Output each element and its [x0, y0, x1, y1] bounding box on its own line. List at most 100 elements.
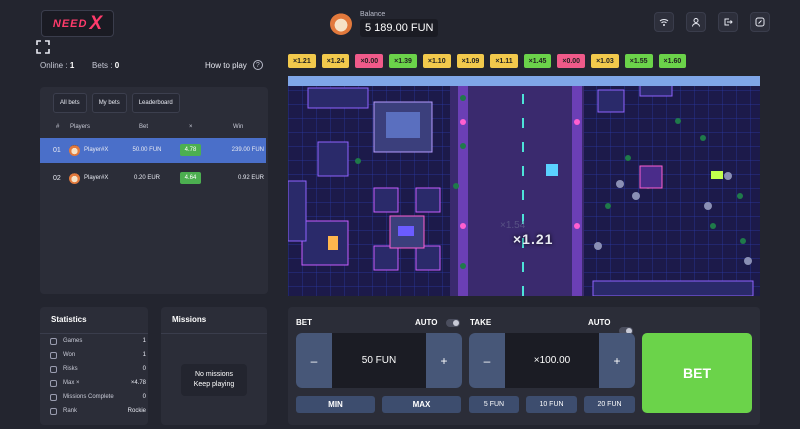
- player-name: Player#X: [84, 175, 109, 181]
- stat-value: 0: [142, 366, 146, 372]
- bets-tabs: All bets My bets Leaderboard: [53, 93, 180, 113]
- online-label: Online :: [40, 61, 68, 70]
- stat-value: 1: [142, 352, 146, 358]
- stat-value: 0: [142, 394, 146, 400]
- user-icon[interactable]: [686, 12, 706, 32]
- max-multiplier-icon: [50, 380, 57, 387]
- multiplier-chip: ×1.11: [490, 54, 518, 68]
- missions-empty-line2: Keep playing: [193, 381, 235, 388]
- bet-stepper: – 50 FUN +: [296, 333, 462, 388]
- divider: [161, 333, 267, 334]
- balance-value: 5 189.00 FUN: [360, 19, 439, 37]
- wifi-icon[interactable]: [654, 12, 674, 32]
- max-button[interactable]: MAX: [382, 396, 461, 413]
- ghost-multiplier: ×1.54: [500, 220, 526, 231]
- risk-icon: [50, 366, 57, 373]
- multiplier-history: ×1.21 ×1.24 ×0.00 ×1.39 ×1.10 ×1.09 ×1.11 ×1.45…: [288, 54, 687, 68]
- stat-row: Risks 0: [50, 365, 146, 375]
- rank-icon: [50, 408, 57, 415]
- quick-take-20[interactable]: 20 FUN: [584, 396, 635, 413]
- player-multiplier: 4.64: [180, 172, 201, 184]
- tab-leaderboard[interactable]: Leaderboard: [131, 93, 180, 113]
- how-to-play-label: How to play: [205, 60, 247, 70]
- col-win: Win: [233, 124, 244, 130]
- multiplier-chip: ×1.09: [456, 54, 485, 68]
- player-bet: 0.20 EUR: [133, 175, 160, 181]
- online-status: Online : 1 Bets : 0: [40, 61, 119, 70]
- bet-auto-toggle[interactable]: [446, 319, 460, 327]
- multiplier-chip: ×1.03: [591, 54, 619, 68]
- tab-all-bets[interactable]: All bets: [53, 93, 87, 113]
- player-win: 0.92 EUR: [237, 175, 264, 181]
- take-auto-label: AUTO: [588, 318, 611, 327]
- bets-label: Bets :: [92, 61, 113, 70]
- logo: NEED X: [41, 10, 114, 37]
- statistics-title: Statistics: [51, 315, 87, 324]
- multiplier-chip: ×1.39: [389, 54, 417, 68]
- take-label: TAKE: [470, 318, 492, 327]
- balance-area: Balance 5 189.00 FUN: [330, 11, 439, 37]
- min-button[interactable]: MIN: [296, 396, 375, 413]
- online-count: 1: [69, 61, 75, 70]
- stat-label: Missions Complete: [63, 394, 114, 400]
- multiplier-chip: ×1.45: [523, 54, 552, 68]
- bet-button[interactable]: BET: [642, 333, 752, 413]
- multiplier-chip: ×0.00: [557, 54, 586, 68]
- bet-auto-label: AUTO: [415, 318, 438, 327]
- stat-value: ×4.78: [130, 380, 146, 386]
- bet-label: BET: [296, 318, 312, 327]
- stat-row: Rank Rockie: [50, 407, 146, 417]
- col-mult: ×: [189, 124, 193, 130]
- trophy-icon: [50, 352, 57, 359]
- table-row[interactable]: 02 Player#X 0.20 EUR 4.64 0.92 EUR: [40, 166, 266, 191]
- stat-label: Max ×: [63, 380, 80, 386]
- multiplier-chip: ×1.24: [321, 54, 350, 68]
- stat-label: Games: [63, 338, 83, 344]
- player-bet: 50.00 FUN: [132, 147, 162, 153]
- take-plus-button[interactable]: +: [599, 333, 635, 388]
- player-win: 239.00 FUN: [231, 147, 264, 153]
- avatar: [69, 173, 80, 184]
- multiplier-chip: ×1.21: [288, 54, 316, 68]
- current-multiplier: ×1.21: [513, 231, 554, 247]
- row-num: 01: [53, 147, 61, 154]
- divider: [40, 333, 148, 334]
- fullscreen-icon[interactable]: [36, 40, 50, 54]
- how-to-play-link[interactable]: How to play ?: [205, 60, 263, 70]
- stat-value: 1: [142, 338, 146, 344]
- row-num: 02: [53, 175, 61, 182]
- player-name: Player#X: [84, 147, 109, 153]
- multiplier-chip: ×1.55: [624, 54, 653, 68]
- missions-empty-line1: No missions: [194, 371, 234, 378]
- tab-my-bets[interactable]: My bets: [91, 93, 127, 113]
- take-stepper: – ×100.00 +: [469, 333, 635, 388]
- col-players: Players: [70, 124, 91, 130]
- col-num: #: [56, 124, 60, 130]
- multiplier-chip: ×0.00: [355, 54, 384, 68]
- player-multiplier: 4.78: [180, 144, 201, 156]
- logo-x: X: [89, 12, 103, 34]
- logout-icon[interactable]: [718, 12, 738, 32]
- take-minus-button[interactable]: –: [469, 333, 505, 388]
- stat-label: Risks: [63, 366, 78, 372]
- bet-minus-button[interactable]: –: [296, 333, 332, 388]
- multiplier-chip: ×1.10: [422, 54, 451, 68]
- multiplier-chip: ×1.60: [658, 54, 687, 68]
- gamepad-icon: [50, 338, 57, 345]
- help-icon: ?: [252, 60, 263, 70]
- col-bet: Bet: [139, 124, 149, 130]
- quick-take-5[interactable]: 5 FUN: [469, 396, 519, 413]
- bet-plus-button[interactable]: +: [426, 333, 462, 388]
- bet-value[interactable]: 50 FUN: [332, 333, 426, 388]
- bets-count: 0: [114, 61, 120, 70]
- take-value[interactable]: ×100.00: [505, 333, 599, 388]
- missions-title: Missions: [172, 315, 207, 324]
- stat-row: Max × ×4.78: [50, 379, 146, 389]
- quick-take-10[interactable]: 10 FUN: [526, 396, 577, 413]
- avatar[interactable]: [330, 13, 352, 35]
- table-row[interactable]: 01 Player#X 50.00 FUN 4.78 239.00 FUN: [40, 138, 266, 163]
- missions-icon: [50, 394, 57, 401]
- game-scene: [288, 76, 760, 296]
- settings-icon[interactable]: [750, 12, 770, 32]
- stat-row: Missions Complete 0: [50, 393, 146, 403]
